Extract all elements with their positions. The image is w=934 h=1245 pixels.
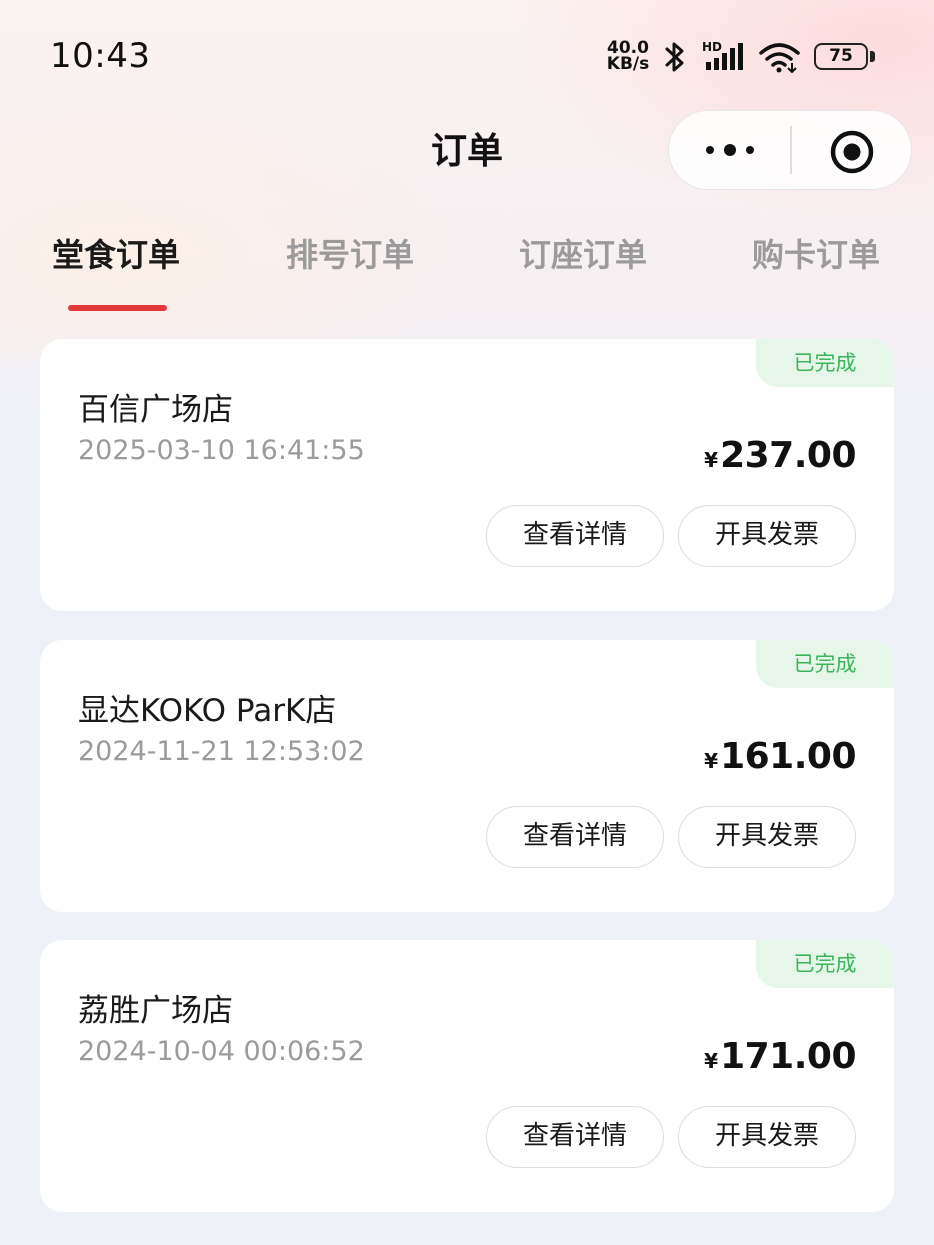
- order-amount: 171.00: [720, 1036, 856, 1077]
- currency-symbol: ¥: [704, 749, 719, 773]
- order-amount: 161.00: [720, 736, 856, 777]
- tab-reservation-orders[interactable]: 订座订单: [519, 230, 647, 276]
- order-time: 2024-10-04 00:06:52: [78, 1036, 365, 1067]
- status-badge: 已完成: [756, 940, 894, 988]
- order-price: ¥237.00: [704, 435, 856, 476]
- order-price: ¥161.00: [704, 736, 856, 777]
- currency-symbol: ¥: [704, 1049, 719, 1073]
- network-speed: 40.0 KB/s: [604, 40, 652, 74]
- store-name: 荔胜广场店: [78, 993, 233, 1029]
- issue-invoice-button[interactable]: 开具发票: [678, 1106, 856, 1168]
- order-card[interactable]: 已完成 显达KOKO ParK店 2024-11-21 12:53:02 ¥16…: [40, 640, 894, 912]
- tab-card-orders[interactable]: 购卡订单: [752, 230, 880, 276]
- bluetooth-icon: [665, 42, 684, 72]
- order-time: 2024-11-21 12:53:02: [78, 736, 365, 767]
- network-speed-unit: KB/s: [606, 54, 650, 74]
- view-details-button[interactable]: 查看详情: [486, 806, 664, 868]
- signal-tag: HD: [702, 40, 722, 54]
- issue-invoice-button[interactable]: 开具发票: [678, 505, 856, 567]
- status-badge: 已完成: [756, 339, 894, 387]
- order-card[interactable]: 已完成 荔胜广场店 2024-10-04 00:06:52 ¥171.00 查看…: [40, 940, 894, 1212]
- order-price: ¥171.00: [704, 1036, 856, 1077]
- order-time: 2025-03-10 16:41:55: [78, 435, 365, 466]
- issue-invoice-button[interactable]: 开具发票: [678, 806, 856, 868]
- battery-cap: [870, 51, 875, 62]
- signal-icon: HD: [702, 40, 743, 70]
- order-amount: 237.00: [720, 435, 856, 476]
- active-tab-indicator: [68, 305, 167, 311]
- wifi-icon: [759, 43, 800, 73]
- view-details-button[interactable]: 查看详情: [486, 1106, 664, 1168]
- store-name: 显达KOKO ParK店: [78, 693, 337, 729]
- tab-dine-in-orders[interactable]: 堂食订单: [52, 230, 180, 276]
- clock: 10:43: [50, 36, 151, 76]
- battery-icon: 75: [814, 43, 868, 70]
- capsule-divider: [790, 126, 792, 174]
- currency-symbol: ¥: [704, 448, 719, 472]
- status-bar: 10:43 40.0 KB/s HD 75: [0, 0, 934, 110]
- tab-queue-orders[interactable]: 排号订单: [286, 230, 414, 276]
- target-close-icon[interactable]: [828, 128, 876, 176]
- order-card[interactable]: 已完成 百信广场店 2025-03-10 16:41:55 ¥237.00 查看…: [40, 339, 894, 611]
- view-details-button[interactable]: 查看详情: [486, 505, 664, 567]
- status-badge: 已完成: [756, 640, 894, 688]
- more-dots-icon[interactable]: [704, 140, 756, 160]
- store-name: 百信广场店: [78, 392, 233, 428]
